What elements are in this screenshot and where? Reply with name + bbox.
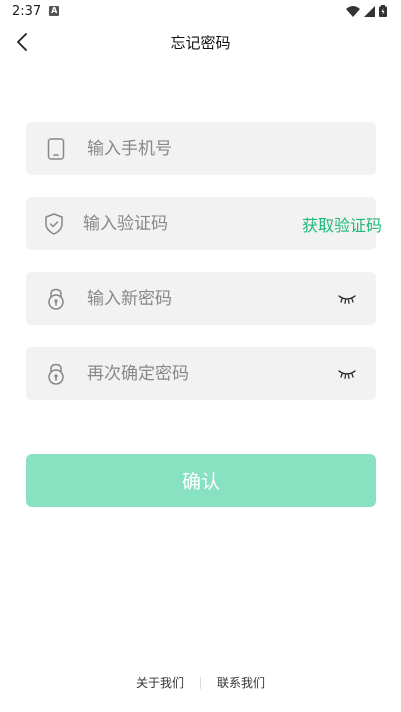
phone-field <box>26 122 376 175</box>
wifi-icon <box>346 5 360 17</box>
status-right <box>346 5 387 17</box>
code-input[interactable] <box>83 197 302 250</box>
phone-icon <box>45 137 67 160</box>
back-button[interactable] <box>8 28 36 56</box>
battery-icon <box>379 5 387 17</box>
confirm-button[interactable]: 确认 <box>26 454 376 507</box>
footer: 关于我们 联系我们 <box>0 674 401 691</box>
toggle-new-password-visibility[interactable] <box>336 292 358 306</box>
new-password-field <box>26 272 376 325</box>
lock-icon <box>45 288 67 310</box>
toggle-confirm-password-visibility[interactable] <box>336 367 358 381</box>
about-us-link[interactable]: 关于我们 <box>136 674 184 691</box>
nav-bar: 忘记密码 <box>0 22 401 62</box>
status-bar: 2:37 A <box>0 0 401 22</box>
lock-icon <box>45 363 67 385</box>
new-password-input[interactable] <box>87 272 336 325</box>
shield-check-icon <box>45 212 63 235</box>
confirm-password-input[interactable] <box>87 347 336 400</box>
signal-icon <box>364 5 375 17</box>
code-field: 获取验证码 <box>26 197 382 250</box>
page-title: 忘记密码 <box>170 33 231 52</box>
status-time: 2:37 <box>12 3 42 19</box>
eye-closed-icon <box>338 369 356 379</box>
footer-divider <box>200 676 201 689</box>
chevron-left-icon <box>17 33 27 51</box>
notification-a-icon: A <box>49 6 60 16</box>
get-code-button[interactable]: 获取验证码 <box>302 212 382 236</box>
eye-closed-icon <box>338 294 356 304</box>
contact-us-link[interactable]: 联系我们 <box>217 674 265 691</box>
confirm-password-field <box>26 347 376 400</box>
status-left: 2:37 A <box>12 3 60 19</box>
phone-input[interactable] <box>87 122 376 175</box>
